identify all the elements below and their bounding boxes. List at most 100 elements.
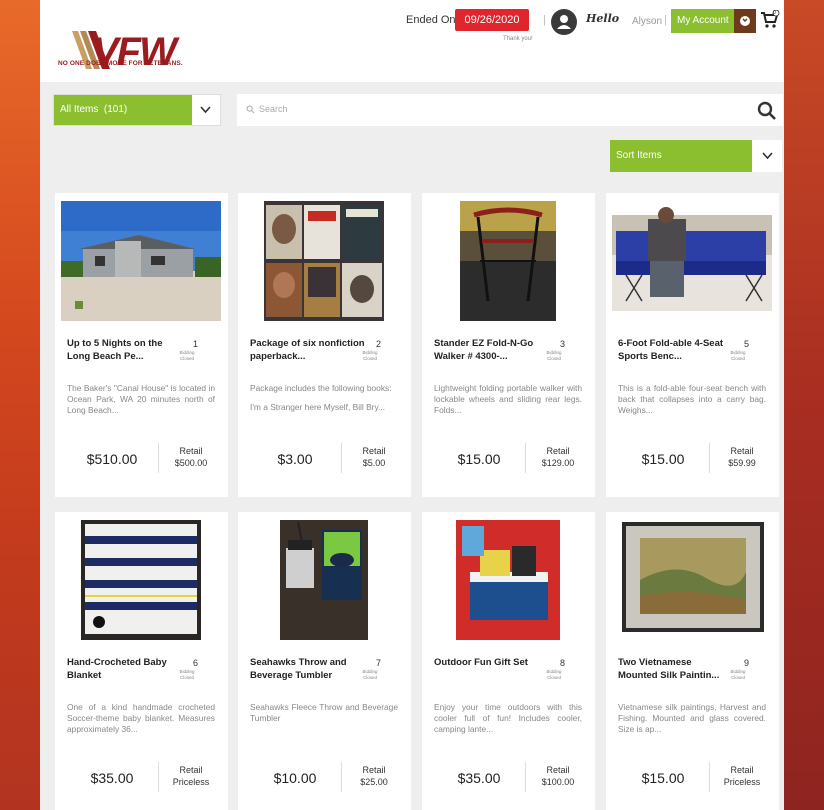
chevron-down-icon <box>762 152 773 160</box>
sort-select-label: Sort Items <box>610 140 752 172</box>
item-card[interactable]: Hand-Crocheted Baby Blanket 6 Bidding Cl… <box>55 512 228 810</box>
bidding-status: Bidding Closed <box>730 350 746 361</box>
item-card[interactable]: Package of six nonfiction paperback... 2… <box>238 193 411 497</box>
cart-count: 0 <box>773 10 776 16</box>
bidding-status: Bidding Closed <box>730 669 746 680</box>
hello-greeting: Hello <box>586 12 620 25</box>
item-card[interactable]: Stander EZ Fold-N-Go Walker # 4300-... 3… <box>422 193 595 497</box>
item-price: $15.00 <box>457 451 501 467</box>
ended-label: Ended On <box>406 14 456 26</box>
bidding-status: Bidding Closed <box>362 350 378 361</box>
search-input[interactable]: Search <box>237 94 783 126</box>
item-description: The Baker's "Canal House" is located in … <box>67 383 215 415</box>
item-number: 5 <box>743 339 749 349</box>
item-title[interactable]: Outdoor Fun Gift Set <box>434 656 549 669</box>
item-number: 6 <box>192 658 198 668</box>
retail-value: Retail $129.00 <box>541 446 575 468</box>
thanks-text: Thank you! <box>503 36 533 42</box>
item-number: 9 <box>743 658 749 668</box>
bidding-status: Bidding Closed <box>362 669 378 680</box>
divider <box>525 443 526 473</box>
item-number: 2 <box>375 339 381 349</box>
chevron-down-icon <box>200 106 211 114</box>
header: VFW NO ONE DOES MORE FOR VETERANS. Ended… <box>40 0 784 82</box>
sort-select[interactable]: Sort Items <box>610 140 782 172</box>
item-price: $15.00 <box>641 451 685 467</box>
user-avatar-icon[interactable] <box>551 9 577 35</box>
books-photo[interactable] <box>238 201 411 321</box>
bidding-status: Bidding Closed <box>546 669 562 680</box>
retail-value: Retail Priceless <box>172 765 210 787</box>
item-title[interactable]: Stander EZ Fold-N-Go Walker # 4300-... <box>434 337 549 363</box>
account-dropdown-icon[interactable] <box>734 9 756 33</box>
divider: | <box>543 14 546 26</box>
item-title[interactable]: Hand-Crocheted Baby Blanket <box>67 656 182 682</box>
item-description: One of a kind handmade crocheted Soccer-… <box>67 702 215 734</box>
item-description: Lightweight folding portable walker with… <box>434 383 582 415</box>
item-price: $15.00 <box>641 770 685 786</box>
category-count: (101) <box>103 104 128 115</box>
item-card[interactable]: Two Vietnamese Mounted Silk Paintin... 9… <box>606 512 779 810</box>
item-card[interactable]: Up to 5 Nights on the Long Beach Pe... 1… <box>55 193 228 497</box>
item-price: $35.00 <box>90 770 134 786</box>
logo-tagline: NO ONE DOES MORE FOR VETERANS. <box>58 60 183 67</box>
retail-value: Retail $100.00 <box>541 765 575 787</box>
cooler-photo[interactable] <box>422 520 595 640</box>
item-title[interactable]: Seahawks Throw and Beverage Tumbler <box>250 656 365 682</box>
bidding-status: Bidding Closed <box>546 350 562 361</box>
item-card[interactable]: Outdoor Fun Gift Set 8 Bidding Closed En… <box>422 512 595 810</box>
item-number: 7 <box>375 658 381 668</box>
divider <box>158 762 159 792</box>
item-card[interactable]: 6-Foot Fold-able 4-Seat Sports Benc... 5… <box>606 193 779 497</box>
category-select-label: All Items (101) <box>54 95 192 125</box>
item-description: Seahawks Fleece Throw and Beverage Tumbl… <box>250 702 398 723</box>
my-account-label: My Account <box>677 15 729 26</box>
item-title[interactable]: Up to 5 Nights on the Long Beach Pe... <box>67 337 182 363</box>
item-number: 3 <box>559 339 565 349</box>
category-select[interactable]: All Items (101) <box>53 94 221 126</box>
item-price: $35.00 <box>457 770 501 786</box>
item-price: $510.00 <box>86 451 138 467</box>
logo-text: VFW <box>92 30 177 74</box>
ended-date-badge: 09/26/2020 <box>455 9 529 31</box>
item-card[interactable]: Seahawks Throw and Beverage Tumbler 7 Bi… <box>238 512 411 810</box>
search-button-icon[interactable] <box>757 101 777 121</box>
divider <box>158 443 159 473</box>
item-title[interactable]: Two Vietnamese Mounted Silk Paintin... <box>618 656 733 682</box>
divider <box>709 443 710 473</box>
retail-value: Retail $500.00 <box>174 446 208 468</box>
search-placeholder: Search <box>259 104 288 114</box>
divider <box>525 762 526 792</box>
retail-value: Retail Priceless <box>723 765 761 787</box>
divider: | <box>664 14 667 26</box>
divider <box>341 762 342 792</box>
blanket-photo[interactable] <box>55 520 228 640</box>
retail-value: Retail $5.00 <box>362 446 386 468</box>
bidding-status: Bidding Closed <box>179 350 195 361</box>
item-price: $10.00 <box>273 770 317 786</box>
item-description: Package includes the following books: I'm… <box>250 383 392 412</box>
painting-photo[interactable] <box>606 520 779 640</box>
search-icon <box>246 105 255 114</box>
cart-icon[interactable]: 0 <box>760 9 780 35</box>
house-photo[interactable] <box>55 201 228 321</box>
item-number: 8 <box>559 658 565 668</box>
retail-value: Retail $25.00 <box>360 765 388 787</box>
vfw-logo[interactable]: VFW NO ONE DOES MORE FOR VETERANS. <box>56 14 206 74</box>
tumbler-photo[interactable] <box>238 520 411 640</box>
item-number: 1 <box>192 339 198 349</box>
walker-photo[interactable] <box>422 201 595 321</box>
bidding-status: Bidding Closed <box>179 669 195 680</box>
item-title[interactable]: 6-Foot Fold-able 4-Seat Sports Benc... <box>618 337 733 363</box>
item-description: Vietnamese silk paintings, Harvest and F… <box>618 702 766 734</box>
retail-value: Retail $59.99 <box>728 446 756 468</box>
auction-page: VFW NO ONE DOES MORE FOR VETERANS. Ended… <box>40 0 784 810</box>
divider <box>709 762 710 792</box>
bench-photo[interactable] <box>606 201 779 321</box>
username-text: Alyson <box>632 16 663 27</box>
item-title[interactable]: Package of six nonfiction paperback... <box>250 337 365 363</box>
divider <box>341 443 342 473</box>
item-price: $3.00 <box>277 451 313 467</box>
item-description: This is a fold-able four-seat bench with… <box>618 383 766 415</box>
item-description: Enjoy your time outdoors with this coole… <box>434 702 582 734</box>
